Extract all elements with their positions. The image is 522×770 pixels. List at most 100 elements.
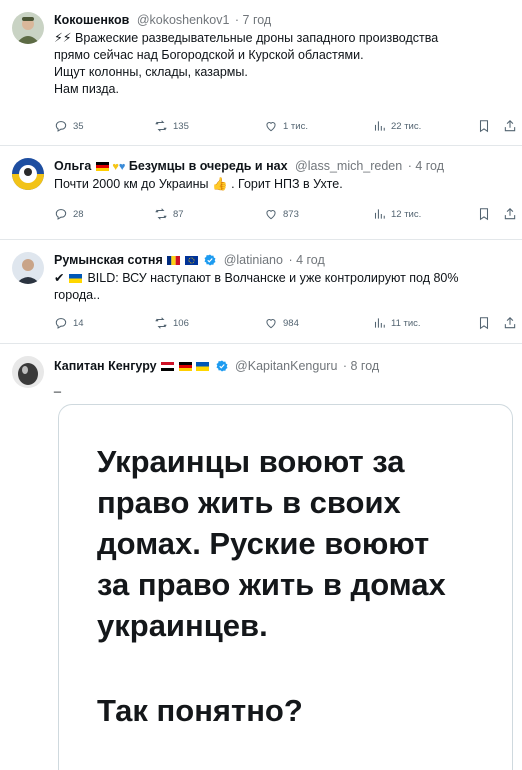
ukraine-flag-icon: [196, 359, 210, 371]
author-name[interactable]: Капитан Кенгуру: [54, 359, 157, 373]
views-count: 12 тис.: [391, 208, 422, 220]
retweet-button[interactable]: 135: [154, 118, 189, 134]
views-count: 22 тис.: [391, 120, 422, 132]
card-question: Так понятно?: [97, 693, 303, 728]
like-count: 984: [283, 317, 299, 329]
views-button[interactable]: 12 тис.: [372, 206, 421, 222]
card-line: право жить в своих: [97, 485, 401, 520]
bookmark-button[interactable]: [477, 315, 491, 331]
bookmark-button[interactable]: [477, 206, 491, 222]
share-icon: [504, 120, 516, 132]
card-line: за право жить в домах: [97, 567, 446, 602]
tweet-line: города..: [54, 288, 101, 302]
tweet-line: Нам пизда.: [54, 82, 119, 96]
tweet[interactable]: Ольга ♥♥ Безумцы в очередь и нах @lass_m…: [0, 146, 522, 240]
share-button[interactable]: [503, 206, 517, 222]
author-handle[interactable]: @lass_mich_reden: [295, 159, 402, 173]
blue-heart-icon: ♥: [118, 161, 126, 173]
tweet[interactable]: Румынская сотня @latiniano · 4 год ✔ BIL…: [0, 240, 522, 344]
reply-count: 35: [73, 120, 84, 132]
tweet-header: Румынская сотня @latiniano · 4 год: [54, 252, 325, 268]
like-button[interactable]: 984: [264, 315, 299, 331]
share-icon: [504, 317, 516, 329]
tweet-line: _: [54, 379, 61, 393]
egypt-flag-icon: [161, 359, 175, 371]
tweet-text: Почти 2000 км до Украины 👍 . Горит НПЗ в…: [54, 176, 509, 193]
reply-icon: [55, 209, 67, 220]
retweet-icon: [155, 317, 167, 329]
retweet-count: 87: [173, 208, 184, 220]
avatar[interactable]: [12, 12, 44, 44]
verified-badge-icon: [216, 360, 228, 372]
reply-button[interactable]: 14: [54, 315, 84, 331]
tweet-time[interactable]: · 4 год: [408, 159, 444, 173]
tweet-image-card[interactable]: Украинцы воюют за право жить в своих дом…: [58, 404, 513, 770]
author-handle[interactable]: @latiniano: [224, 253, 283, 267]
author-name[interactable]: Кокошенков: [54, 13, 129, 27]
author-name[interactable]: Ольга: [54, 159, 91, 173]
tweet-line-part: BILD: ВСУ наступают в Волчанске и уже ко…: [87, 271, 459, 285]
tweet-time[interactable]: · 8 год: [343, 359, 379, 373]
retweet-count: 135: [173, 120, 189, 132]
views-icon: [374, 318, 385, 328]
check-mark-icon: ✔: [54, 271, 65, 285]
bookmark-icon: [479, 317, 489, 330]
author-name-suffix[interactable]: Безумцы в очередь и нах: [129, 159, 288, 173]
romania-flag-icon: [167, 253, 181, 265]
tweet-line: прямо сейчас над Богородской и Курской о…: [54, 48, 364, 62]
like-button[interactable]: 1 тис.: [264, 118, 308, 134]
tweet-text: ⚡⚡ Вражеские разведывательные дроны запа…: [54, 30, 509, 98]
heart-icon: [266, 319, 276, 329]
share-button[interactable]: [503, 118, 517, 134]
tweet-line: ⚡⚡ Вражеские разведывательные дроны запа…: [54, 31, 439, 45]
share-icon: [504, 208, 516, 220]
retweet-count: 106: [173, 317, 189, 329]
eu-flag-icon: [184, 253, 198, 265]
retweet-button[interactable]: 87: [154, 206, 184, 222]
card-line: украинцев.: [97, 608, 268, 643]
card-line: Украинцы воюют за: [97, 444, 405, 479]
views-button[interactable]: 11 тис.: [372, 315, 421, 331]
like-button[interactable]: 873: [264, 206, 299, 222]
tweet-header: Капитан Кенгуру @KapitanKenguru · 8 год: [54, 358, 379, 374]
reply-icon: [55, 121, 67, 132]
card-text: Украинцы воюют за право жить в своих дом…: [97, 441, 497, 646]
views-icon: [374, 209, 385, 219]
avatar[interactable]: [12, 252, 44, 284]
tweet-line: Ищут колонны, склады, казармы.: [54, 65, 248, 79]
card-line: домах. Руские воюют: [97, 526, 430, 561]
author-handle[interactable]: @kokoshenkov1: [137, 13, 230, 27]
tweet-line-part: . Горит НПЗ в Ухте.: [231, 177, 343, 191]
heart-icon: [266, 122, 276, 132]
bookmark-button[interactable]: [477, 118, 491, 134]
tweet-line: ✔ BILD: ВСУ наступают в Волчанске и уже …: [54, 270, 509, 287]
tweet-time[interactable]: · 4 год: [288, 253, 324, 267]
tweet[interactable]: Кокошенков @kokoshenkov1 · 7 год ⚡⚡ Враж…: [0, 0, 522, 146]
ukraine-flag-icon: [68, 271, 82, 283]
avatar[interactable]: [12, 356, 44, 388]
germany-flag-icon: [95, 159, 109, 171]
retweet-icon: [155, 208, 167, 220]
tweet-header: Ольга ♥♥ Безумцы в очередь и нах @lass_m…: [54, 158, 444, 175]
views-icon: [374, 121, 385, 131]
verified-badge-icon: [204, 254, 216, 266]
bookmark-icon: [479, 208, 489, 221]
reply-button[interactable]: 28: [54, 206, 84, 222]
tweet-time[interactable]: · 7 год: [235, 13, 271, 27]
tweet-actions: 35 135 1 тис. 22 тис.: [54, 118, 517, 134]
author-name[interactable]: Румынская сотня: [54, 253, 163, 267]
tweet-text: _: [54, 378, 509, 395]
views-button[interactable]: 22 тис.: [372, 118, 421, 134]
share-button[interactable]: [503, 315, 517, 331]
reply-count: 14: [73, 317, 84, 329]
heart-icon: [266, 210, 276, 220]
avatar[interactable]: [12, 158, 44, 190]
author-handle[interactable]: @KapitanKenguru: [235, 359, 337, 373]
reply-count: 28: [73, 208, 84, 220]
tweet-actions: 14 106 984 11 тис.: [54, 315, 517, 331]
tweet-text: ✔ BILD: ВСУ наступают в Волчанске и уже …: [54, 270, 509, 304]
reply-icon: [55, 318, 67, 329]
retweet-button[interactable]: 106: [154, 315, 189, 331]
reply-button[interactable]: 35: [54, 118, 84, 134]
bookmark-icon: [479, 120, 489, 133]
